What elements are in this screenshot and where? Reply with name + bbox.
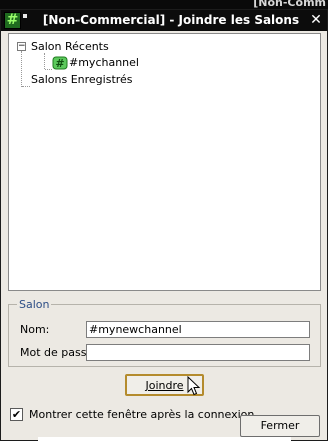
bottom-scrollbar[interactable] — [38, 437, 291, 441]
name-label: Nom: — [20, 323, 50, 336]
system-menu-icon[interactable] — [23, 14, 27, 18]
tree-connector — [44, 53, 45, 69]
title-bar[interactable]: # [Non-Commercial] - Joindre les Salons … — [1, 10, 327, 31]
close-button[interactable]: Fermer — [240, 415, 320, 437]
channel-icon: # — [52, 56, 68, 70]
tree-node-recent-channels[interactable]: Salon Récents — [31, 40, 109, 53]
close-icon[interactable]: ✕ — [308, 12, 324, 28]
join-channels-dialog: # [Non-Commercial] - Joindre les Salons … — [0, 9, 328, 441]
channel-name-input[interactable]: #mynewchannel — [86, 321, 310, 338]
app-hash-icon[interactable]: # — [4, 12, 21, 29]
channel-groupbox: Salon Nom: #mynewchannel Mot de pass: — [8, 298, 321, 367]
groupbox-title: Salon — [17, 298, 52, 311]
show-after-connect-checkbox[interactable]: ✔ — [10, 408, 23, 421]
tree-connector — [45, 69, 52, 70]
mouse-cursor-icon — [187, 375, 201, 399]
password-input[interactable] — [86, 344, 310, 361]
show-after-connect-label[interactable]: Montrer cette fenêtre après la connexion — [29, 408, 254, 421]
background-window-title: [Non-Comm — [253, 0, 326, 9]
tree-node-mychannel[interactable]: #mychannel — [69, 56, 139, 69]
tree-connector — [22, 86, 30, 87]
password-label: Mot de pass: — [20, 346, 91, 359]
channel-tree[interactable]: − Salon Récents # #mychannel Salons Enre… — [8, 33, 321, 291]
tree-node-saved-channels[interactable]: Salons Enregistrés — [31, 73, 133, 86]
svg-text:#: # — [55, 57, 64, 70]
join-button-label: Joindre — [145, 379, 184, 392]
tree-connector — [21, 51, 22, 87]
collapse-icon[interactable]: − — [17, 42, 26, 51]
window-title: [Non-Commercial] - Joindre les Salons — [42, 13, 300, 27]
